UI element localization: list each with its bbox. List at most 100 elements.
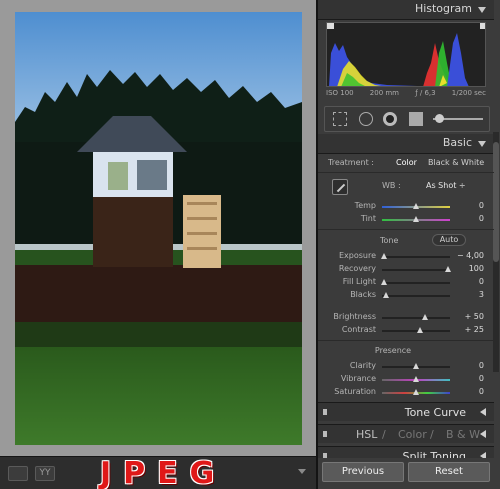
photo-image	[15, 12, 302, 445]
spot-removal-icon[interactable]	[359, 112, 373, 126]
histogram-graph	[326, 22, 486, 87]
wb-select[interactable]: As Shot ÷	[426, 181, 466, 190]
tint-value[interactable]: 0	[479, 214, 484, 223]
vibrance-thumb[interactable]	[413, 376, 419, 382]
blacks-thumb[interactable]	[383, 292, 389, 298]
histogram-chart	[327, 23, 485, 86]
histogram-exif-info: ISO 100 200 mm ƒ / 6,3 1/200 sec	[326, 89, 486, 97]
split-toning-title: Split Toning	[402, 450, 466, 458]
divider	[318, 340, 494, 341]
contrast-track[interactable]	[382, 327, 450, 333]
collapse-triangle-icon	[478, 7, 486, 13]
fill-light-slider-row: Fill Light 0	[318, 276, 494, 288]
clarity-value[interactable]: 0	[479, 361, 484, 370]
blacks-label: Blacks	[350, 290, 376, 299]
saturation-value[interactable]: 0	[479, 387, 484, 396]
treatment-color-option[interactable]: Color	[396, 158, 417, 167]
clarity-label: Clarity	[349, 361, 376, 370]
iso-value: ISO 100	[326, 89, 354, 97]
recovery-label: Recovery	[338, 264, 376, 273]
blacks-track[interactable]	[382, 292, 450, 298]
basic-title: Basic	[442, 136, 472, 149]
tone-curve-title: Tone Curve	[404, 406, 466, 419]
temp-value[interactable]: 0	[479, 201, 484, 210]
exposure-slider-row: Exposure − 4,00	[318, 250, 494, 262]
contrast-thumb[interactable]	[417, 327, 423, 333]
clarity-thumb[interactable]	[413, 363, 419, 369]
photo-preview[interactable]	[15, 12, 302, 445]
exposure-track[interactable]	[381, 253, 450, 259]
adjustment-brush-icon[interactable]	[433, 114, 485, 124]
tool-strip	[324, 106, 490, 132]
saturation-label: Saturation	[334, 387, 376, 396]
vibrance-slider-row: Vibrance 0	[318, 373, 494, 385]
before-after-icon[interactable]: YY	[35, 466, 55, 481]
brightness-track[interactable]	[382, 314, 450, 320]
panel-switch-icon[interactable]	[323, 431, 327, 437]
red-eye-icon[interactable]	[383, 112, 397, 126]
brightness-label: Brightness	[333, 312, 376, 321]
reset-button[interactable]: Reset	[408, 462, 490, 482]
clarity-track[interactable]	[382, 363, 450, 369]
vibrance-label: Vibrance	[340, 374, 376, 383]
fill-light-value[interactable]: 0	[479, 277, 484, 286]
recovery-thumb[interactable]	[445, 266, 451, 272]
divider	[318, 229, 494, 230]
saturation-slider-row: Saturation 0	[318, 386, 494, 398]
histogram-header[interactable]: Histogram	[318, 0, 494, 20]
recovery-track[interactable]	[382, 266, 451, 272]
jpeg-overlay-label: JPEG	[100, 456, 227, 489]
divider	[318, 172, 494, 173]
contrast-slider-row: Contrast + 25	[318, 324, 494, 336]
vibrance-value[interactable]: 0	[479, 374, 484, 383]
recovery-value[interactable]: 100	[469, 264, 484, 273]
exposure-label: Exposure	[338, 251, 376, 260]
bw-tab[interactable]: B & W	[446, 428, 480, 441]
saturation-thumb[interactable]	[413, 389, 419, 395]
tab-separator: /	[430, 428, 434, 441]
temp-track[interactable]	[382, 203, 450, 209]
color-tab[interactable]: Color	[398, 428, 427, 441]
contrast-value[interactable]: + 25	[465, 325, 484, 334]
previous-button[interactable]: Previous	[322, 462, 404, 482]
wb-row: WB : As Shot ÷	[318, 179, 494, 195]
hsl-tab[interactable]: HSL	[356, 428, 377, 441]
tint-thumb[interactable]	[413, 216, 419, 222]
split-toning-panel-header[interactable]: Split Toning	[318, 446, 494, 458]
auto-tone-button[interactable]: Auto	[432, 234, 466, 246]
develop-right-panel: Histogram ISO 100 200 mm ƒ / 6,3 1/200 s…	[316, 0, 500, 489]
toolbar-menu-icon[interactable]	[298, 469, 306, 474]
brightness-value[interactable]: + 50	[465, 312, 484, 321]
eyedropper-icon[interactable]	[332, 179, 348, 195]
graduated-filter-icon[interactable]	[409, 112, 423, 126]
exposure-value[interactable]: − 4,00	[457, 251, 484, 260]
tone-curve-panel-header[interactable]: Tone Curve	[318, 402, 494, 421]
expand-triangle-icon	[480, 430, 486, 438]
tint-track[interactable]	[382, 216, 450, 222]
temp-slider-row: Temp 0	[318, 200, 494, 212]
blacks-value[interactable]: 3	[479, 290, 484, 299]
fill-light-thumb[interactable]	[381, 279, 387, 285]
hsl-panel-header[interactable]: HSL / Color / B & W	[318, 424, 494, 443]
contrast-label: Contrast	[341, 325, 376, 334]
treatment-label: Treatment :	[328, 158, 374, 167]
crop-tool-icon[interactable]	[333, 112, 347, 126]
panel-switch-icon[interactable]	[323, 453, 327, 458]
treatment-bw-option[interactable]: Black & White	[428, 158, 484, 167]
fill-light-track[interactable]	[381, 279, 450, 285]
expand-triangle-icon	[480, 452, 486, 458]
exposure-thumb[interactable]	[381, 253, 387, 259]
loupe-view-icon[interactable]	[8, 466, 28, 481]
recovery-slider-row: Recovery 100	[318, 263, 494, 275]
vibrance-track[interactable]	[382, 376, 450, 382]
fill-light-label: Fill Light	[342, 277, 376, 286]
brightness-thumb[interactable]	[422, 314, 428, 320]
shutter-speed: 1/200 sec	[451, 89, 486, 97]
panel-switch-icon[interactable]	[323, 409, 327, 415]
treatment-row: Treatment : Color Black & White	[318, 157, 494, 169]
bottom-toolbar: YY JPEG	[0, 456, 316, 489]
temp-thumb[interactable]	[413, 203, 419, 209]
basic-header[interactable]: Basic	[318, 134, 494, 154]
saturation-track[interactable]	[382, 389, 450, 395]
focal-length: 200 mm	[369, 89, 400, 97]
